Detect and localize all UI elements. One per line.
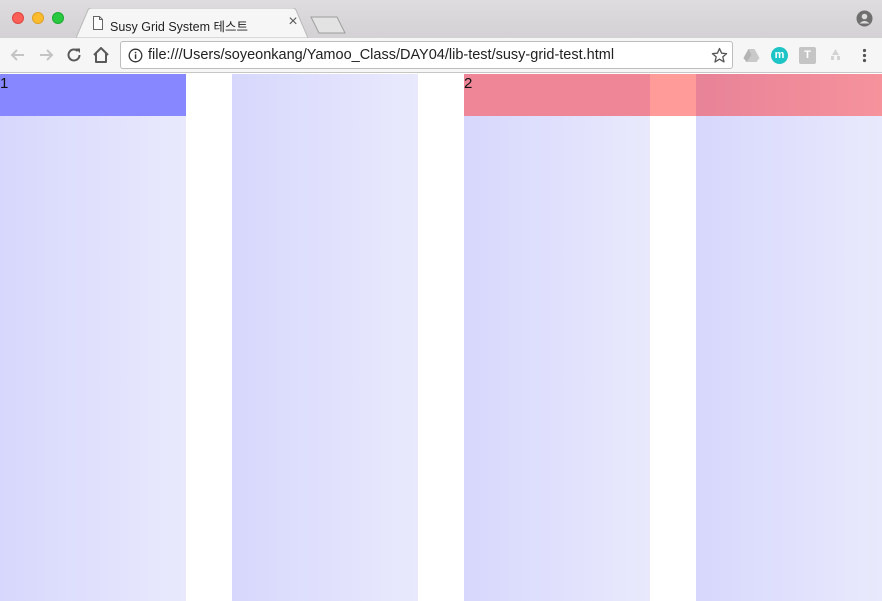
grid-item-2: 2 — [464, 74, 882, 116]
home-icon[interactable] — [91, 45, 111, 65]
grid-item-label: 1 — [0, 75, 9, 92]
active-tab[interactable]: Susy Grid System 테스트 × — [76, 8, 308, 38]
minimize-window-button[interactable] — [32, 12, 44, 24]
grid-column — [696, 74, 882, 601]
back-arrow-icon[interactable] — [8, 45, 28, 65]
forward-arrow-icon[interactable] — [36, 45, 56, 65]
grid-column — [464, 74, 650, 601]
close-window-button[interactable] — [12, 12, 24, 24]
reload-icon[interactable] — [64, 45, 84, 65]
m-extension-icon[interactable]: m — [771, 47, 788, 64]
kebab-menu-icon[interactable] — [856, 47, 873, 64]
new-tab-button[interactable] — [310, 16, 346, 34]
info-icon[interactable] — [128, 48, 143, 63]
url-text[interactable]: file:///Users/soyeonkang/Yamoo_Class/DAY… — [148, 47, 614, 63]
grid-item-overlap-segment — [696, 74, 882, 116]
puzzle-extension-icon[interactable] — [827, 47, 844, 64]
tab-strip: Susy Grid System 테스트 × — [0, 0, 882, 38]
toolbar: file:///Users/soyeonkang/Yamoo_Class/DAY… — [0, 38, 882, 73]
grid-item-gutter-segment — [650, 74, 696, 116]
close-tab-icon[interactable]: × — [286, 14, 300, 30]
browser-window: Susy Grid System 테스트 × file:///Users/soy… — [0, 0, 882, 601]
grid-item-overlap-segment — [464, 74, 650, 116]
grid-item-label: 2 — [464, 75, 473, 92]
grid-column — [232, 74, 418, 601]
star-icon[interactable] — [711, 47, 728, 64]
drive-icon[interactable] — [743, 47, 760, 64]
address-bar[interactable]: file:///Users/soyeonkang/Yamoo_Class/DAY… — [120, 41, 733, 69]
profile-icon[interactable] — [856, 10, 873, 27]
maximize-window-button[interactable] — [52, 12, 64, 24]
grid-item-1: 1 — [0, 74, 186, 116]
page-content: 1 2 — [0, 74, 882, 601]
t-extension-icon[interactable]: T — [799, 47, 816, 64]
grid-column — [0, 74, 186, 601]
tab-title: Susy Grid System 테스트 — [110, 20, 248, 34]
document-icon — [93, 16, 103, 30]
